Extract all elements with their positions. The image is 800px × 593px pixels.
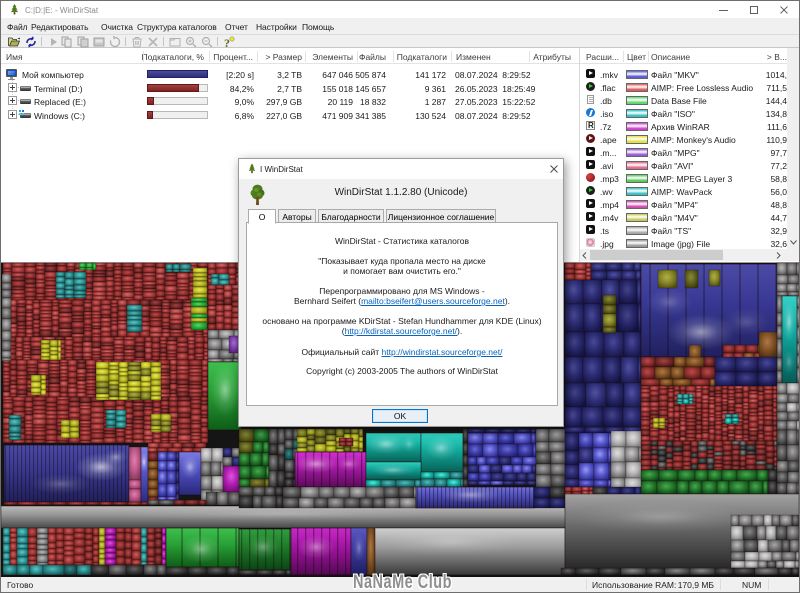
- svg-text:?: ?: [224, 36, 230, 48]
